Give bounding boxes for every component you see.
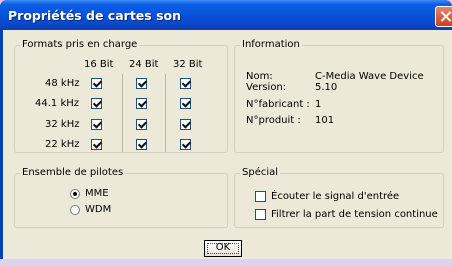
column-header-32bit: 32 Bit xyxy=(173,59,203,70)
checkbox-32khz-32bit[interactable] xyxy=(180,119,191,130)
checkbox-44khz-32bit[interactable] xyxy=(180,98,191,109)
title-bar[interactable]: Propriétés de cartes son xyxy=(0,0,452,30)
info-value-manufacturer: 1 xyxy=(315,99,322,110)
rate-label-48khz: 48 kHz xyxy=(45,78,80,89)
rate-label-32khz: 32 kHz xyxy=(45,119,80,130)
dialog-window: Propriétés de cartes son Formats pris en… xyxy=(0,0,452,266)
rate-label-44khz: 44.1 kHz xyxy=(35,98,80,109)
info-label-product: N°produit : xyxy=(246,115,301,126)
checkbox-48khz-32bit[interactable] xyxy=(180,78,191,89)
ok-button-label: OK xyxy=(215,242,231,253)
special-legend: Spécial xyxy=(240,167,281,179)
dialog-client-area: Formats pris en charge 16 Bit 24 Bit 32 … xyxy=(3,30,452,266)
checkbox-48khz-24bit[interactable] xyxy=(136,78,147,89)
radio-label-mme[interactable]: MME xyxy=(85,188,109,200)
info-label-version: Version: xyxy=(246,82,287,93)
column-header-16bit: 16 Bit xyxy=(84,59,114,70)
column-separator xyxy=(122,74,123,152)
checkbox-22khz-24bit[interactable] xyxy=(136,139,147,150)
drivers-group: Ensemble de pilotes MME WDM xyxy=(14,167,228,228)
ok-button[interactable]: OK xyxy=(204,240,242,257)
close-button[interactable] xyxy=(435,6,452,27)
special-group: Spécial Écouter le signal d'entrée Filtr… xyxy=(234,167,444,228)
drivers-legend: Ensemble de pilotes xyxy=(20,167,126,179)
listen-input-label[interactable]: Écouter le signal d'entrée xyxy=(271,191,399,203)
checkbox-22khz-32bit[interactable] xyxy=(180,139,191,150)
window-bottom-border xyxy=(0,259,452,266)
radio-wdm[interactable] xyxy=(70,205,80,215)
formats-legend: Formats pris en charge xyxy=(20,39,140,51)
checkbox-48khz-16bit[interactable] xyxy=(91,78,102,89)
radio-mme[interactable] xyxy=(70,189,80,199)
info-value-version: 5.10 xyxy=(315,82,338,93)
radio-label-wdm[interactable]: WDM xyxy=(85,204,111,216)
column-header-24bit: 24 Bit xyxy=(129,59,159,70)
dc-filter-label[interactable]: Filtrer la part de tension continue xyxy=(271,209,438,221)
checkbox-32khz-16bit[interactable] xyxy=(91,119,102,130)
listen-input-checkbox[interactable] xyxy=(255,191,266,202)
info-label-manufacturer: N°fabricant : xyxy=(246,99,310,110)
checkbox-44khz-24bit[interactable] xyxy=(136,98,147,109)
info-value-product: 101 xyxy=(315,115,335,126)
formats-group: Formats pris en charge 16 Bit 24 Bit 32 … xyxy=(14,39,228,153)
column-separator xyxy=(165,74,166,152)
information-group: Information Nom: C-Media Wave Device Ver… xyxy=(234,39,444,153)
checkbox-44khz-16bit[interactable] xyxy=(91,98,102,109)
rate-label-22khz: 22 kHz xyxy=(45,139,80,150)
checkbox-22khz-16bit[interactable] xyxy=(91,139,102,150)
information-legend: Information xyxy=(240,39,302,51)
window-title: Propriétés de cartes son xyxy=(8,8,181,23)
dc-filter-checkbox[interactable] xyxy=(255,209,266,220)
checkbox-32khz-24bit[interactable] xyxy=(136,119,147,130)
